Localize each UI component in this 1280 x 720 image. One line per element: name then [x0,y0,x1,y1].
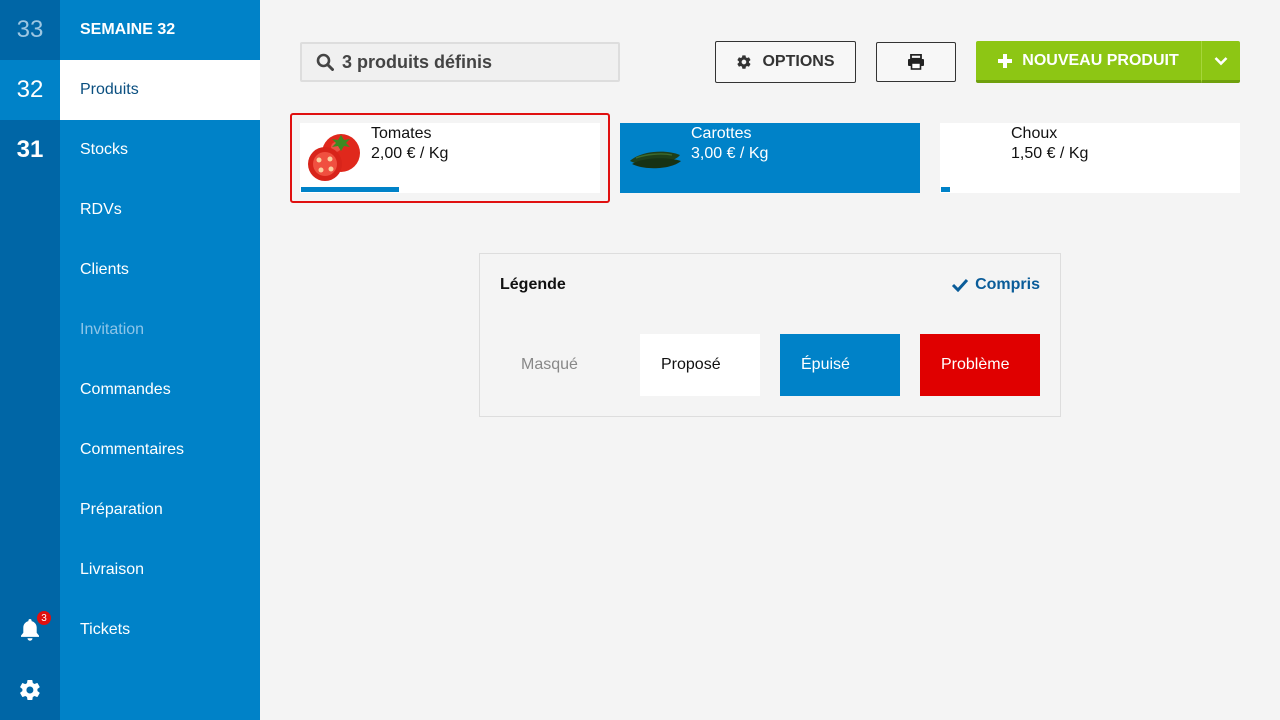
legend-swatch-sold-out: Épuisé [780,334,900,396]
print-icon [908,54,924,70]
product-price: 2,00 € / Kg [371,145,449,162]
settings-button[interactable] [0,660,60,720]
main-menu: SEMAINE 32 Produits Stocks RDVs Clients … [60,0,260,720]
product-name: Choux [1011,125,1058,142]
product-price: 3,00 € / Kg [691,145,769,162]
menu-item-tickets[interactable]: Tickets [60,600,260,660]
carrots-image [624,127,686,189]
new-product-button[interactable]: NOUVEAU PRODUIT [976,41,1201,83]
legend-understood-button[interactable]: Compris [951,276,1040,294]
checkmark-icon [952,278,969,292]
product-card-tomates[interactable]: Tomates 2,00 € / Kg [300,123,600,193]
menu-item-commandes[interactable]: Commandes [60,360,260,420]
legend-title: Légende [500,276,566,293]
menu-item-produits[interactable]: Produits [60,60,260,120]
product-name: Carottes [691,125,752,142]
legend-swatch-proposed: Proposé [640,334,760,396]
menu-item-livraison[interactable]: Livraison [60,540,260,600]
print-button[interactable] [876,42,956,82]
options-button[interactable]: OPTIONS [715,41,856,83]
chevron-down-icon [1214,56,1228,65]
product-price: 1,50 € / Kg [1011,145,1089,162]
tomato-image [304,127,366,189]
week-32[interactable]: 32 [0,60,60,120]
notification-badge: 3 [37,611,51,625]
new-product-label: NOUVEAU PRODUIT [1022,51,1179,69]
menu-item-rdvs[interactable]: RDVs [60,180,260,240]
legend-panel: Légende Compris Masqué Proposé Épuisé Pr… [479,253,1061,417]
notifications-button[interactable]: 3 [0,600,60,660]
product-card-carottes[interactable]: Carottes 3,00 € / Kg [620,123,920,193]
menu-week-title: SEMAINE 32 [80,21,176,38]
product-card-choux[interactable]: Choux 1,50 € / Kg [940,123,1240,193]
legend-swatch-problem: Problème [920,334,1040,396]
menu-item-clients[interactable]: Clients [60,240,260,300]
search-icon [316,53,334,71]
menu-item-commentaires[interactable]: Commentaires [60,420,260,480]
stock-progress-bar [941,187,950,192]
menu-item-stocks[interactable]: Stocks [60,120,260,180]
week-33[interactable]: 33 [0,0,60,60]
search-text: 3 produits définis [342,51,493,72]
menu-item-preparation[interactable]: Préparation [60,480,260,540]
week-31[interactable]: 31 [0,120,60,180]
product-search[interactable]: 3 produits définis [300,42,620,82]
plus-icon [998,53,1013,68]
stock-progress-bar [301,187,399,192]
new-product-dropdown-button[interactable] [1201,41,1240,83]
options-label: OPTIONS [762,53,835,70]
menu-item-invitation: Invitation [80,321,145,338]
week-rail: 33 32 31 3 [0,0,60,720]
product-name: Tomates [371,125,432,142]
gear-icon [737,55,751,69]
legend-swatch-hidden: Masqué [521,356,578,373]
legend-understood-label: Compris [975,276,1040,293]
gear-icon [20,679,40,701]
